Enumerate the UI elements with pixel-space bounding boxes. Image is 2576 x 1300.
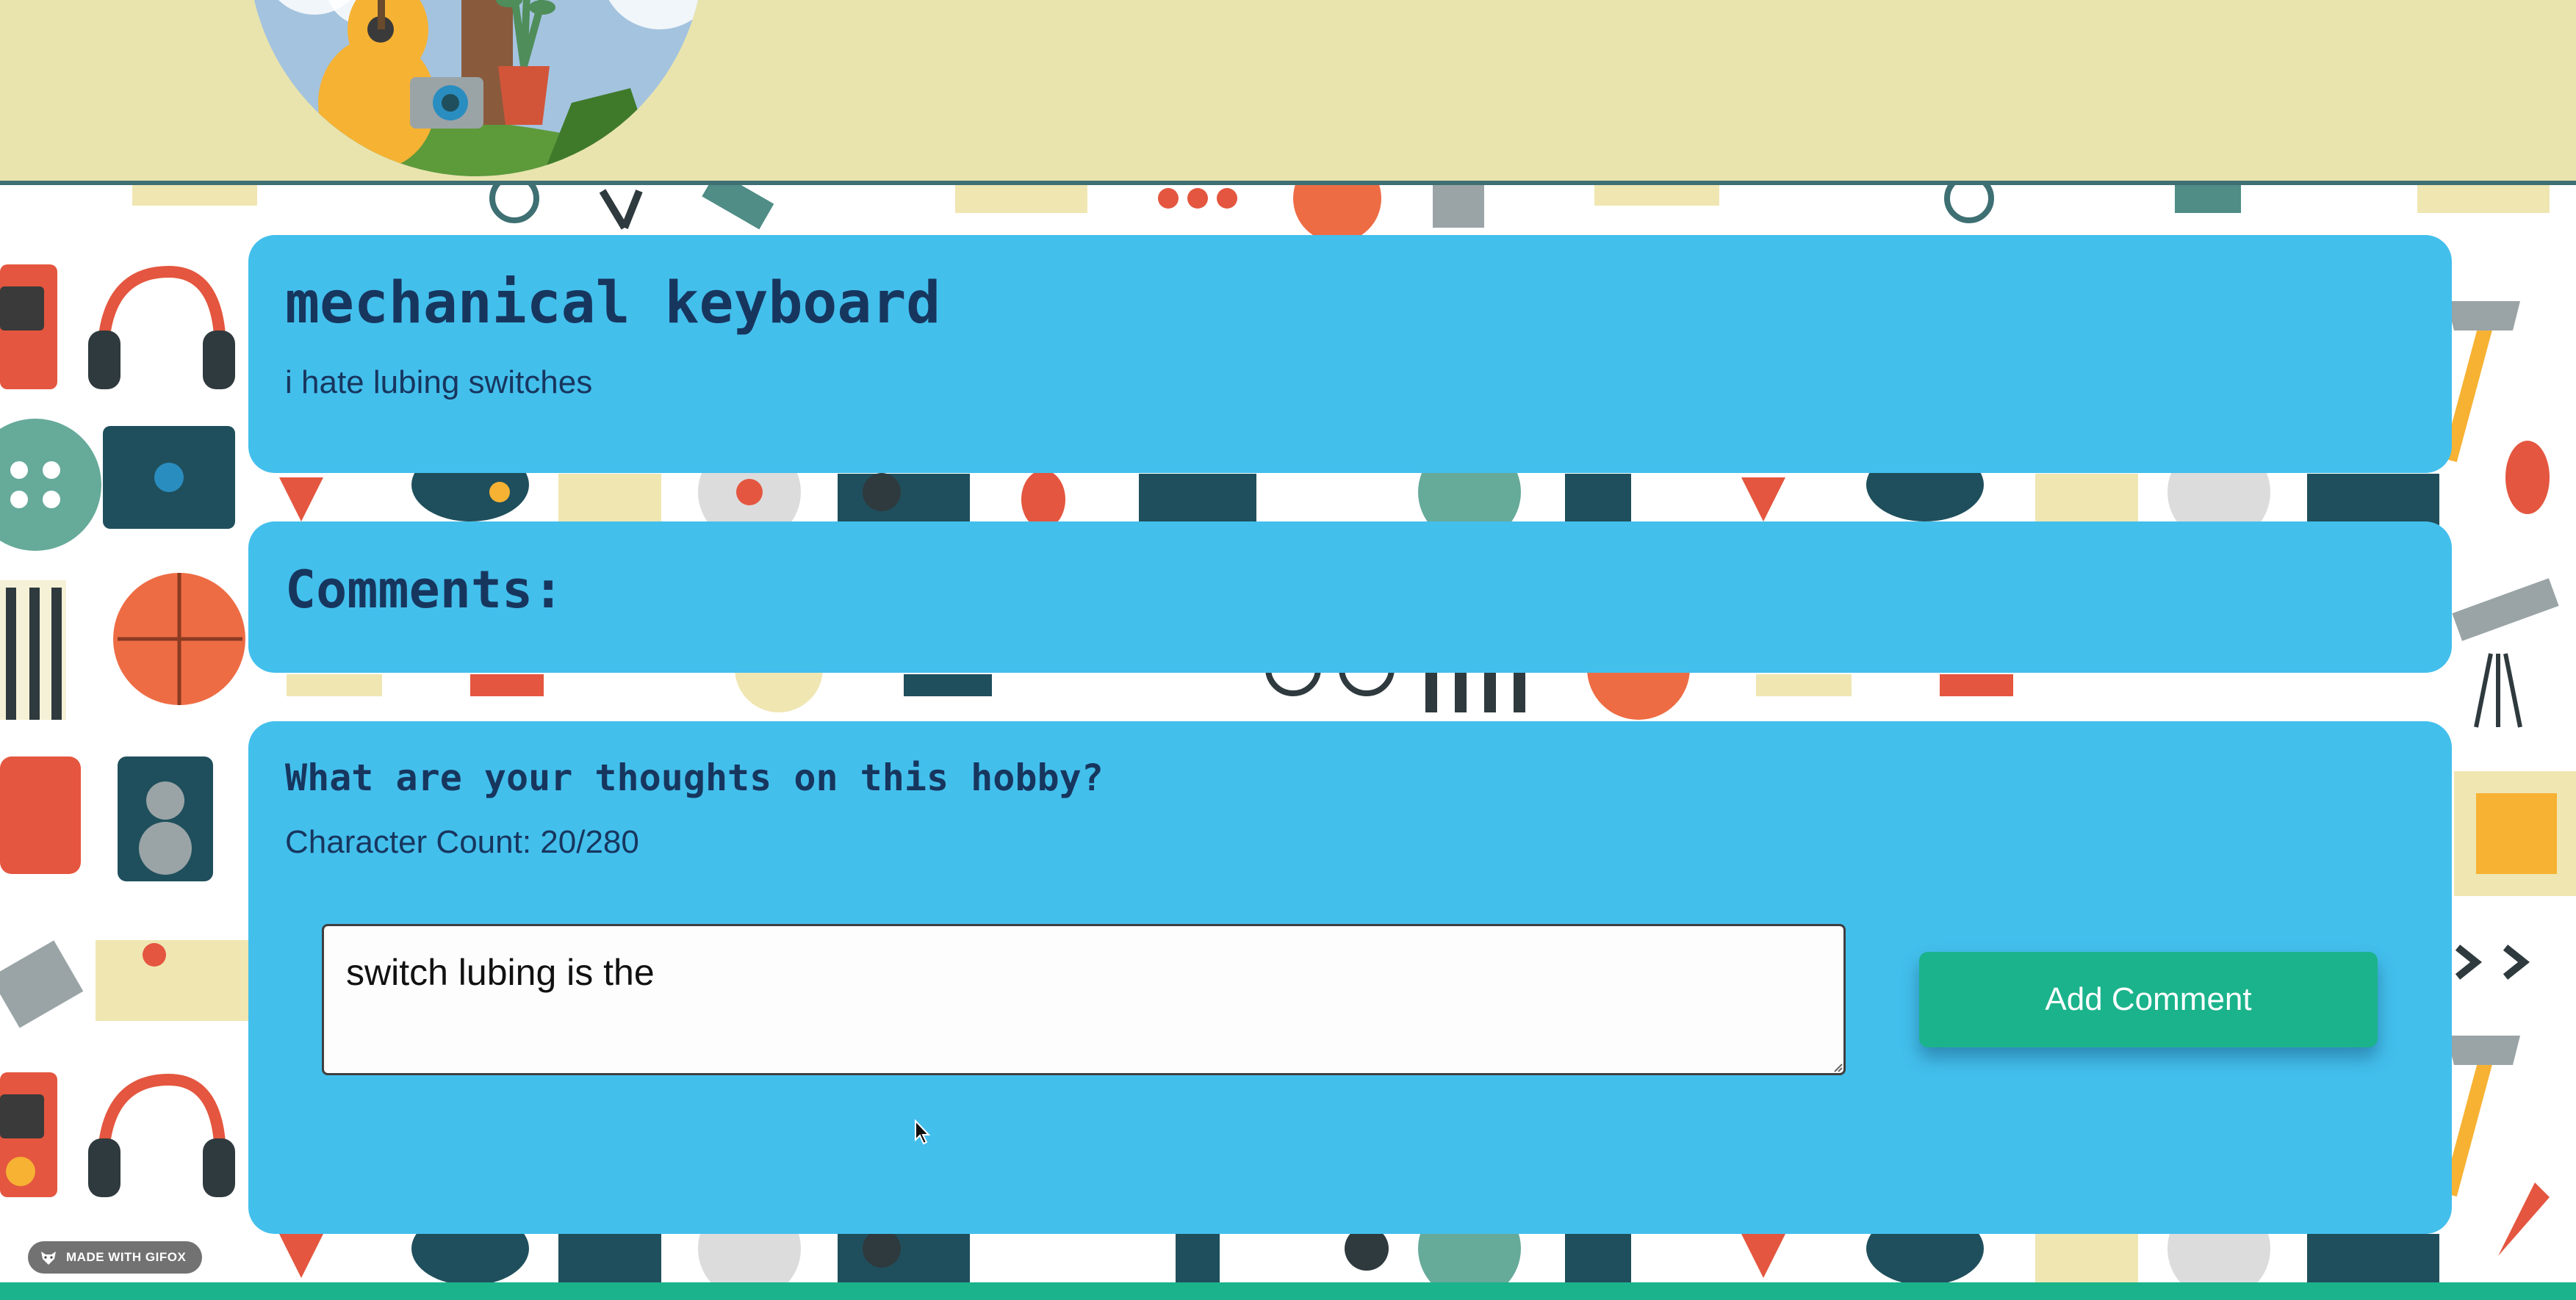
gifox-watermark: MADE WITH GIFOX (28, 1241, 203, 1274)
mouse-cursor-icon (915, 1119, 931, 1145)
hobby-card: mechanical keyboard i hate lubing switch… (248, 235, 2452, 473)
hobby-title: mechanical keyboard (285, 270, 941, 336)
footer-bar (0, 1282, 2576, 1300)
hobby-description: i hate lubing switches (285, 364, 593, 400)
comment-prompt: What are your thoughts on this hobby? (285, 756, 1104, 799)
comments-heading: Comments: (285, 560, 564, 620)
add-comment-button[interactable]: Add Comment (1919, 952, 2378, 1047)
character-count-value: 20/280 (540, 824, 639, 860)
fox-icon (41, 1252, 56, 1265)
comment-form: What are your thoughts on this hobby? Ch… (248, 721, 2452, 1234)
character-count-label: Character Count: (285, 824, 532, 860)
character-count: Character Count: 20/280 (285, 824, 639, 861)
hobby-collage-logo-icon (248, 0, 704, 176)
site-header (0, 0, 2576, 185)
comment-input[interactable] (322, 924, 1846, 1075)
watermark-label: MADE WITH GIFOX (66, 1250, 187, 1264)
resize-grip-icon[interactable] (1831, 1061, 1843, 1072)
comments-section: Comments: (248, 521, 2452, 673)
